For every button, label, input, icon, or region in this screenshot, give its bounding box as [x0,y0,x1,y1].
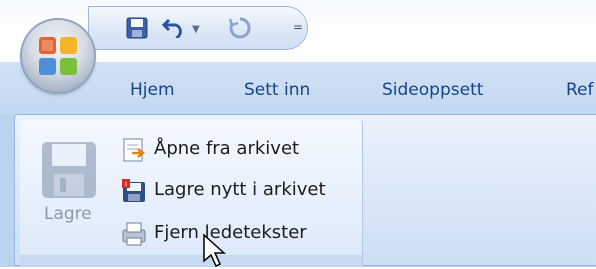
open-from-archive-label: Åpne fra arkivet [154,138,300,159]
redo-icon[interactable] [228,16,252,40]
svg-text:I: I [125,181,127,189]
office-logo-icon [39,37,77,75]
tab-references[interactable]: Ref [566,80,594,100]
tab-hjem[interactable]: Hjem [130,80,175,100]
remove-prompts-icon [122,222,146,246]
save-new-archive-icon: I [122,179,145,202]
tab-sett-inn[interactable]: Sett inn [244,80,310,100]
save-new-archive-label: Lagre nytt i arkivet [154,179,326,200]
tab-sideoppsett[interactable]: Sideoppsett [382,80,483,100]
group-label [20,255,362,266]
undo-icon[interactable] [162,16,186,38]
large-save-button-label[interactable]: Lagre [44,204,92,224]
customize-toolbar-button[interactable]: = [293,20,303,34]
undo-dropdown-icon[interactable]: ▼ [192,24,200,35]
save-icon[interactable] [126,17,148,39]
mouse-cursor-icon [203,233,226,268]
open-from-archive-icon [123,138,146,162]
large-save-icon [42,142,96,198]
